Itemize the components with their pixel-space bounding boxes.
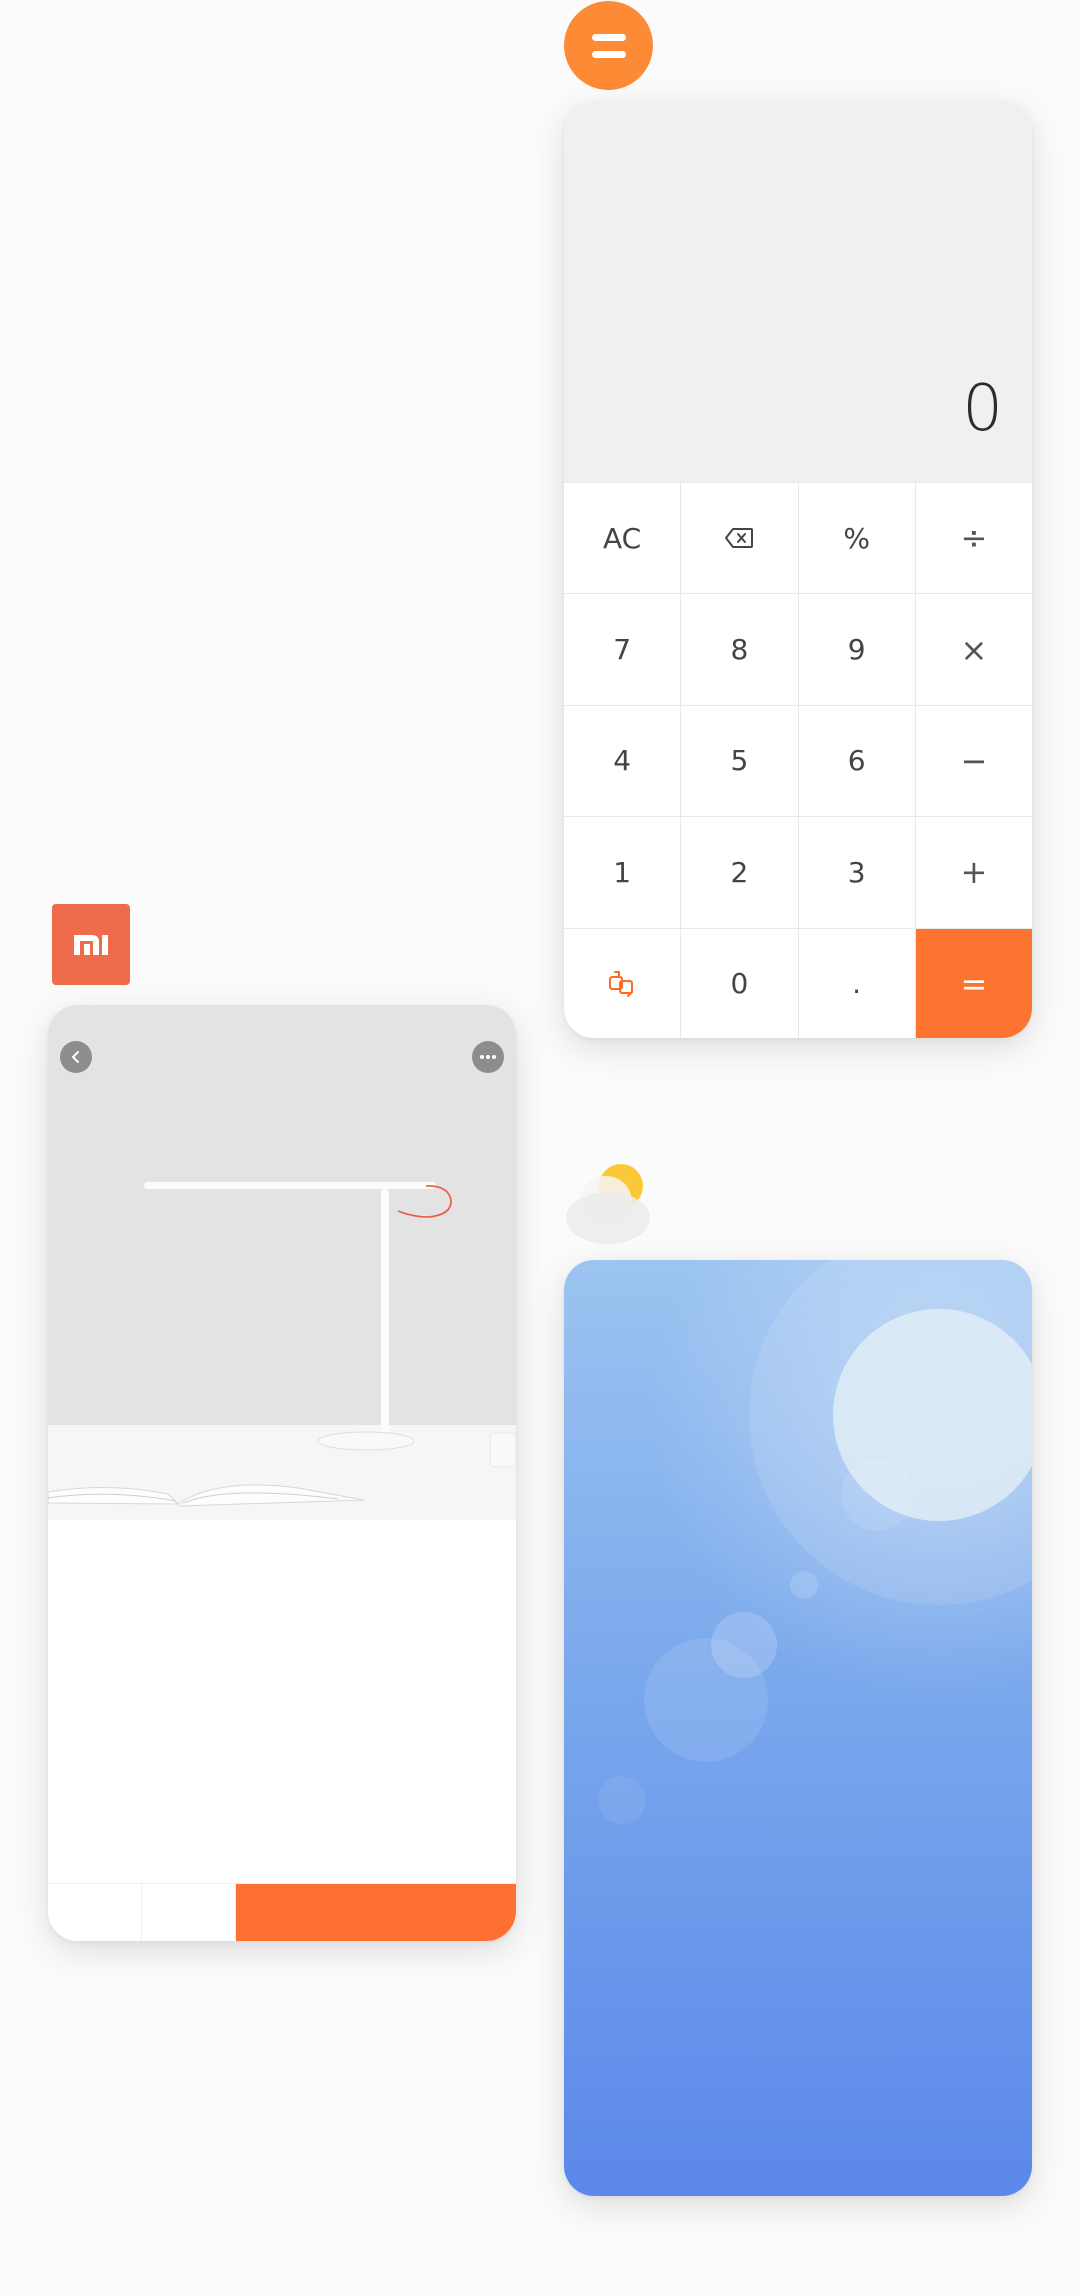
product-details: [48, 1520, 516, 1885]
digit-4-button[interactable]: 4: [564, 705, 681, 817]
clear-button[interactable]: AC: [564, 483, 681, 594]
equals-icon: [591, 33, 626, 58]
desk-lamp-illustration: [48, 1005, 516, 1520]
digit-6-button[interactable]: 6: [798, 705, 915, 817]
calculator-app-icon[interactable]: [564, 1, 653, 90]
digit-3-button[interactable]: 3: [798, 817, 915, 928]
purchase-bar: [48, 1883, 516, 1941]
mi-logo: [74, 934, 108, 955]
calculator-window[interactable]: 0 AC % ÷ 7 8 9 × 4 5 6 − 1 2 3 + 0 . =: [564, 101, 1032, 1038]
divide-button[interactable]: ÷: [915, 483, 1032, 594]
add-button[interactable]: +: [915, 817, 1032, 928]
digit-1-button[interactable]: 1: [564, 817, 681, 928]
buy-now-button[interactable]: [236, 1884, 516, 1941]
subtract-button[interactable]: −: [915, 705, 1032, 817]
more-horizontal-icon: [480, 1055, 496, 1059]
multiply-button[interactable]: ×: [915, 594, 1032, 705]
sun-glare-background: [598, 1260, 1032, 1824]
weather-app-icon[interactable]: [564, 1158, 654, 1248]
equals-button[interactable]: =: [915, 928, 1032, 1038]
keypad: AC % ÷ 7 8 9 × 4 5 6 − 1 2 3 + 0 . =: [564, 482, 1032, 1038]
partly-cloudy-icon: [566, 1164, 650, 1244]
product-image: [48, 1005, 516, 1520]
percent-button[interactable]: %: [798, 483, 915, 594]
digit-2-button[interactable]: 2: [681, 817, 798, 928]
digit-7-button[interactable]: 7: [564, 594, 681, 705]
converter-icon: [609, 970, 634, 997]
decimal-button[interactable]: .: [798, 928, 915, 1038]
mi-logo-icon[interactable]: [52, 904, 130, 985]
digit-5-button[interactable]: 5: [681, 705, 798, 817]
calculator-display: 0: [564, 101, 1032, 482]
more-options-button[interactable]: [472, 1041, 504, 1073]
digit-8-button[interactable]: 8: [681, 594, 798, 705]
mi-store-window[interactable]: [48, 1005, 516, 1941]
mode-switch-button[interactable]: [564, 928, 681, 1038]
digit-9-button[interactable]: 9: [798, 594, 915, 705]
display-value: 0: [962, 372, 1003, 446]
backspace-icon: [725, 528, 754, 549]
cart-tab[interactable]: [142, 1884, 236, 1941]
service-tab[interactable]: [48, 1884, 142, 1941]
back-button[interactable]: [60, 1041, 92, 1073]
weather-window[interactable]: [564, 1260, 1032, 2196]
digit-0-button[interactable]: 0: [681, 928, 798, 1038]
chevron-left-icon: [72, 1051, 79, 1063]
backspace-button[interactable]: [681, 483, 798, 594]
